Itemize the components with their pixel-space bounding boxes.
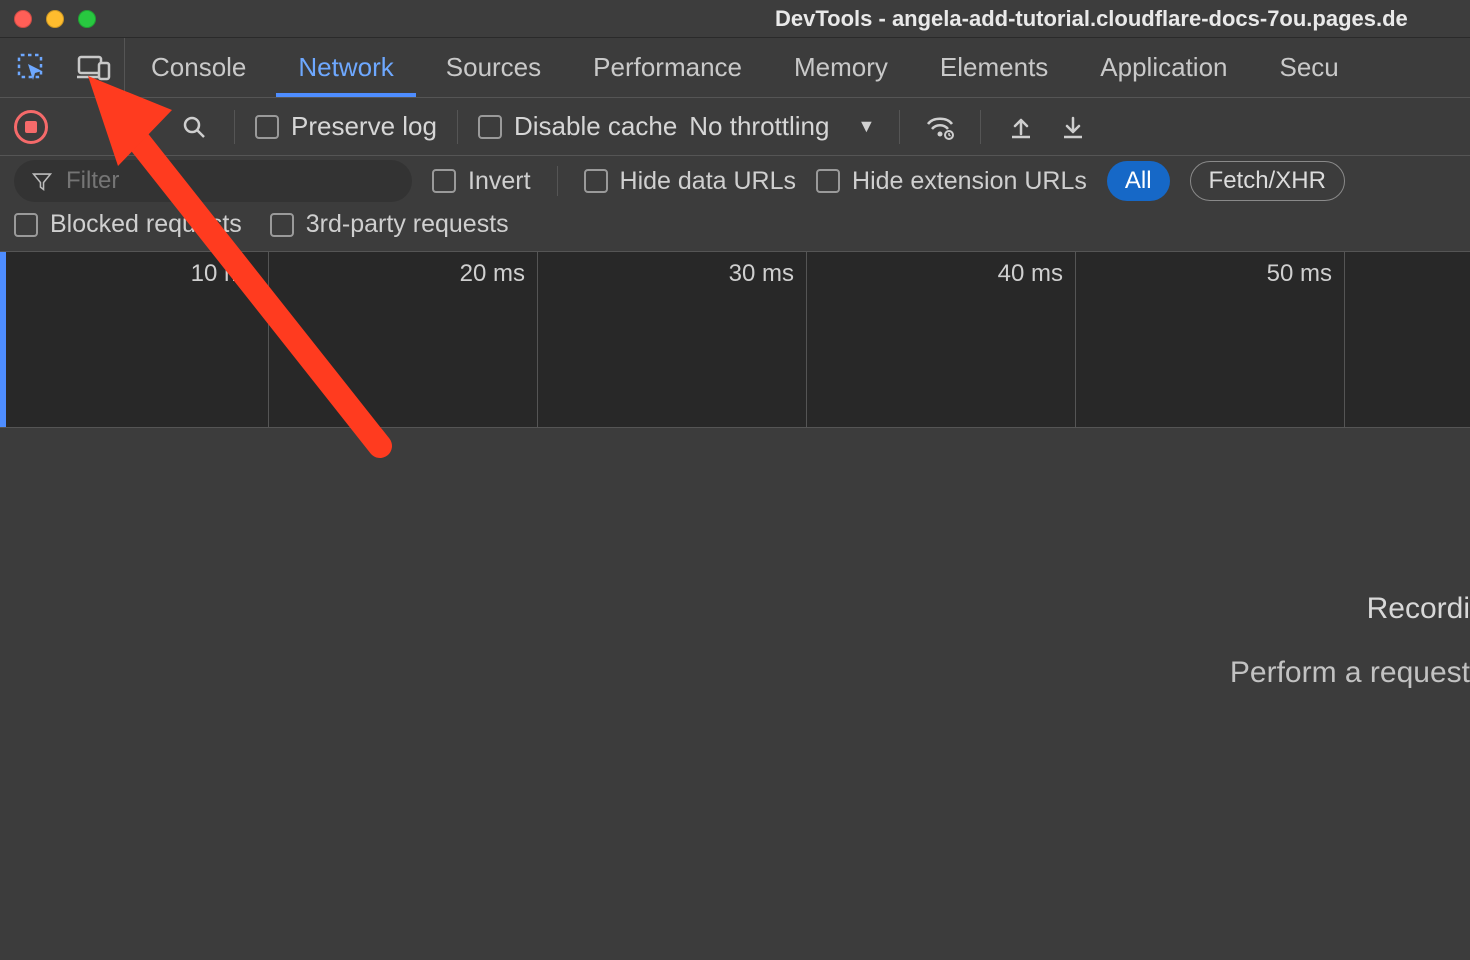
disable-cache-label: Disable cache — [514, 111, 677, 142]
tab-console[interactable]: Console — [125, 38, 272, 97]
close-window-button[interactable] — [14, 10, 32, 28]
filter-icon[interactable] — [122, 107, 162, 147]
throttling-select[interactable]: No throttling ▼ — [689, 111, 879, 142]
tab-memory[interactable]: Memory — [768, 38, 914, 97]
blocked-requests-label: Blocked requests — [50, 210, 242, 239]
tab-security[interactable]: Secu — [1254, 38, 1365, 97]
network-conditions-icon[interactable] — [920, 107, 960, 147]
throttling-value: No throttling — [689, 111, 829, 142]
tab-elements[interactable]: Elements — [914, 38, 1074, 97]
timeline-cursor[interactable] — [0, 252, 6, 427]
third-party-checkbox[interactable]: 3rd-party requests — [270, 210, 509, 239]
network-filter-bar: Invert Hide data URLs Hide extension URL… — [0, 156, 1470, 206]
filter-type-fetch-xhr[interactable]: Fetch/XHR — [1190, 161, 1345, 201]
timeline-tick: 40 ms — [998, 260, 1071, 288]
hide-extension-urls-label: Hide extension URLs — [852, 167, 1087, 196]
maximize-window-button[interactable] — [78, 10, 96, 28]
tab-performance[interactable]: Performance — [567, 38, 768, 97]
invert-label: Invert — [468, 167, 531, 196]
record-button[interactable] — [14, 110, 48, 144]
inspect-element-icon[interactable] — [12, 48, 52, 88]
chevron-down-icon: ▼ — [857, 116, 875, 137]
invert-checkbox[interactable]: Invert — [432, 167, 531, 196]
search-icon[interactable] — [174, 107, 214, 147]
funnel-icon — [32, 171, 52, 191]
devtools-tabstrip: Console Network Sources Performance Memo… — [0, 38, 1470, 98]
hide-data-urls-label: Hide data URLs — [620, 167, 796, 196]
network-empty-state: Recordi Perform a request — [0, 428, 1470, 960]
network-toolbar: Preserve log Disable cache No throttling… — [0, 98, 1470, 156]
third-party-label: 3rd-party requests — [306, 210, 509, 239]
filter-input[interactable] — [66, 167, 394, 195]
network-timeline[interactable]: 10 ms 20 ms 30 ms 40 ms 50 ms — [0, 252, 1470, 428]
filter-type-all[interactable]: All — [1107, 161, 1170, 201]
filter-input-wrapper[interactable] — [14, 160, 412, 202]
preserve-log-label: Preserve log — [291, 111, 437, 142]
timeline-tick: 10 ms — [191, 260, 264, 288]
empty-state-heading: Recordi — [1367, 592, 1470, 626]
window-title: DevTools - angela-add-tutorial.cloudflar… — [775, 6, 1408, 32]
panel-tabs: Console Network Sources Performance Memo… — [125, 38, 1365, 97]
inspect-tools — [0, 38, 125, 97]
timeline-tick: 30 ms — [729, 260, 802, 288]
device-toolbar-icon[interactable] — [74, 48, 114, 88]
traffic-lights — [14, 10, 96, 28]
network-filter-bar-2: Blocked requests 3rd-party requests — [0, 206, 1470, 252]
preserve-log-checkbox[interactable]: Preserve log — [255, 111, 437, 142]
empty-state-subtext: Perform a request — [1230, 656, 1470, 690]
minimize-window-button[interactable] — [46, 10, 64, 28]
disable-cache-checkbox[interactable]: Disable cache — [478, 111, 677, 142]
tab-sources[interactable]: Sources — [420, 38, 567, 97]
tab-network[interactable]: Network — [272, 38, 419, 97]
download-har-icon[interactable] — [1053, 107, 1093, 147]
timeline-tick: 20 ms — [460, 260, 533, 288]
upload-har-icon[interactable] — [1001, 107, 1041, 147]
window-titlebar: DevTools - angela-add-tutorial.cloudflar… — [0, 0, 1470, 38]
hide-extension-urls-checkbox[interactable]: Hide extension URLs — [816, 167, 1087, 196]
blocked-requests-checkbox[interactable]: Blocked requests — [14, 210, 242, 239]
timeline-tick: 50 ms — [1267, 260, 1340, 288]
tab-application[interactable]: Application — [1074, 38, 1253, 97]
hide-data-urls-checkbox[interactable]: Hide data URLs — [584, 167, 796, 196]
